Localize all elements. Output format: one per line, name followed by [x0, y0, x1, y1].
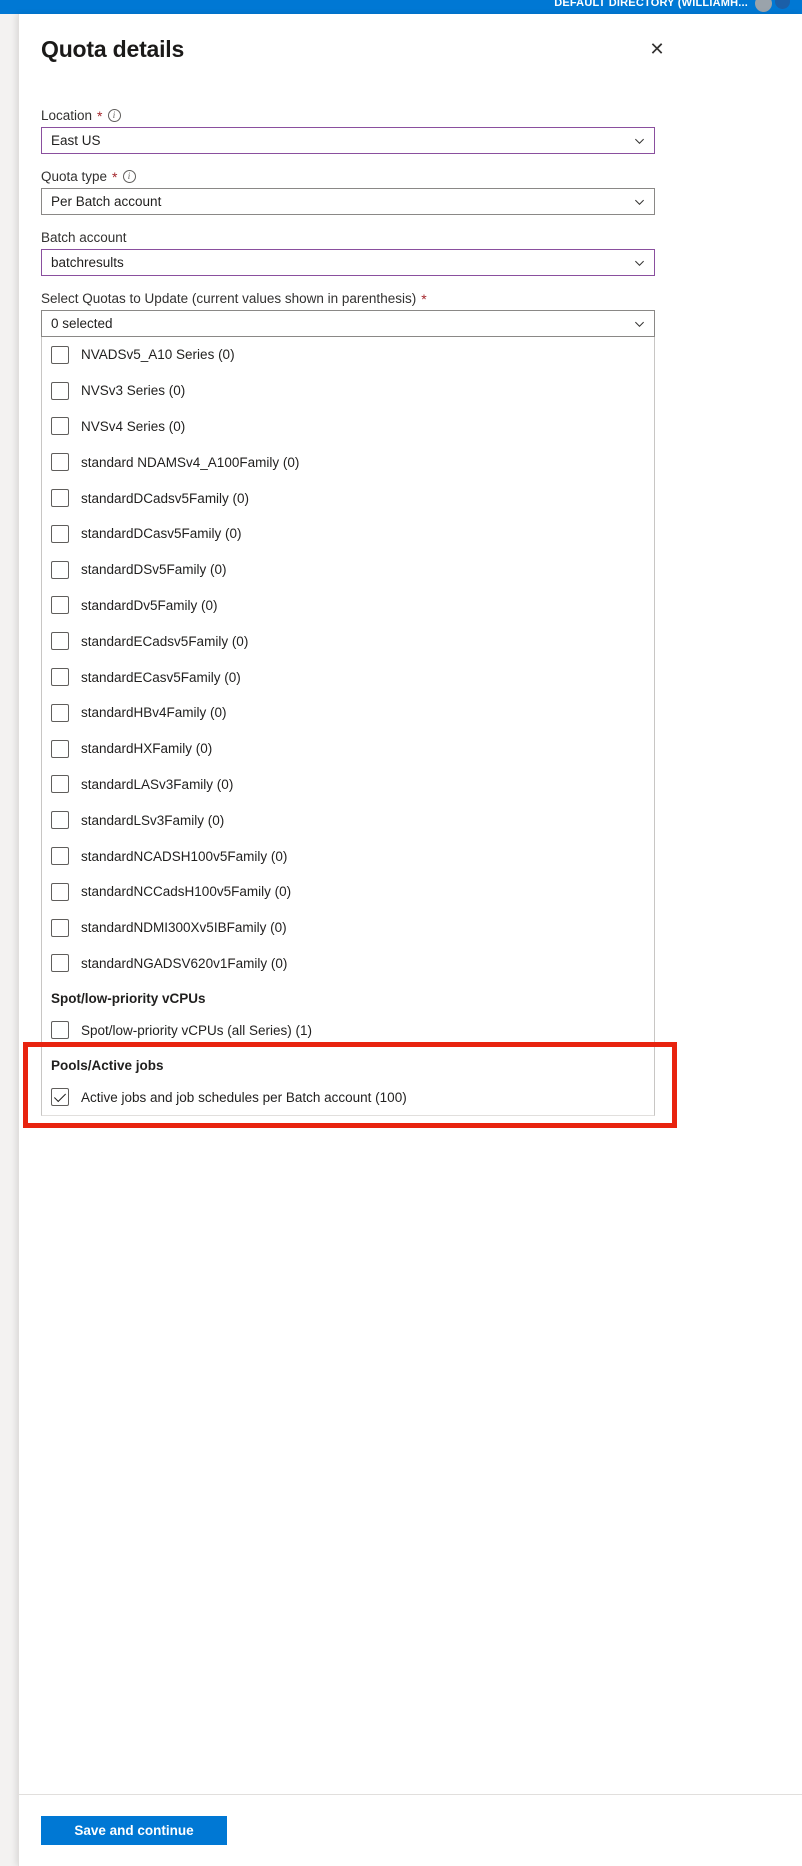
notification-badge-icon[interactable] [775, 0, 790, 9]
chevron-down-icon [634, 135, 645, 146]
select-quotas-label-row: Select Quotas to Update (current values … [41, 291, 655, 306]
quota-option-label: standardECasv5Family (0) [81, 669, 241, 685]
checkbox-icon[interactable] [51, 739, 69, 758]
checkbox-icon[interactable] [51, 632, 69, 651]
batch-account-label-row: Batch account [41, 230, 655, 245]
quota-option-label: NVSv3 Series (0) [81, 383, 186, 399]
quota-option-item[interactable]: standardNDMI300Xv5IBFamily (0) [42, 910, 654, 946]
quota-option-label: NVADSv5_A10 Series (0) [81, 347, 235, 363]
quota-group-header: Pools/Active jobs [51, 1058, 164, 1074]
screen-root: DEFAULT DIRECTORY (WILLIAMH... Quota det… [0, 0, 802, 1866]
azure-top-bar: DEFAULT DIRECTORY (WILLIAMH... [0, 0, 802, 14]
quota-option-label: standardLSv3Family (0) [81, 812, 225, 828]
checkbox-icon[interactable] [51, 453, 69, 472]
required-asterisk: * [112, 168, 118, 185]
quota-option-label: Spot/low-priority vCPUs (all Series) (1) [81, 1022, 313, 1038]
location-dropdown[interactable]: East US [41, 127, 655, 154]
required-asterisk: * [97, 107, 103, 124]
checkbox-icon[interactable] [51, 381, 69, 400]
checkbox-icon[interactable] [51, 811, 69, 830]
directory-label: DEFAULT DIRECTORY (WILLIAMH... [554, 0, 748, 9]
chevron-down-icon [634, 196, 645, 207]
location-value: East US [51, 133, 101, 148]
checkbox-icon[interactable] [51, 703, 69, 722]
checkbox-icon[interactable] [51, 345, 69, 364]
checkbox-icon[interactable] [51, 596, 69, 615]
quota-option-label: standardHBv4Family (0) [81, 705, 227, 721]
info-icon[interactable]: i [122, 170, 136, 183]
checkbox-checked-icon[interactable] [51, 1088, 69, 1107]
chevron-down-icon [634, 318, 645, 329]
checkbox-icon[interactable] [51, 417, 69, 436]
close-icon[interactable]: ✕ [644, 36, 670, 62]
quota-option-label: standardDCasv5Family (0) [81, 526, 242, 542]
quota-option-label: standardNGADSV620v1Family (0) [81, 955, 288, 971]
quota-option-label: NVSv4 Series (0) [81, 418, 186, 434]
quota-option-label: standard NDAMSv4_A100Family (0) [81, 454, 300, 470]
quota-option-item[interactable]: standardHXFamily (0) [42, 731, 654, 767]
quota-option-item[interactable]: Spot/low-priority vCPUs (all Series) (1) [42, 1012, 654, 1048]
quota-option-item[interactable]: Active jobs and job schedules per Batch … [42, 1079, 654, 1115]
quota-option-item[interactable]: standardECasv5Family (0) [42, 659, 654, 695]
location-label: Location [41, 108, 93, 123]
select-quotas-dropdown[interactable]: 0 selected [41, 310, 655, 337]
quota-option-item[interactable]: standardNGADSV620v1Family (0) [42, 946, 654, 982]
quota-type-label-row: Quota type * i [41, 169, 655, 184]
checkbox-icon[interactable] [51, 1021, 69, 1040]
page-title: Quota details [41, 36, 185, 62]
quota-option-label: standardHXFamily (0) [81, 741, 213, 757]
blade-footer: Save and continue [19, 1794, 802, 1866]
user-avatar[interactable] [755, 0, 772, 12]
quota-option-item[interactable]: NVSv4 Series (0) [42, 409, 654, 445]
quota-option-item[interactable]: standardDSv5Family (0) [42, 552, 654, 588]
checkbox-icon[interactable] [51, 668, 69, 687]
quota-option-item[interactable]: standardNCCadsH100v5Family (0) [42, 874, 654, 910]
quota-option-item[interactable]: standardNCADSH100v5Family (0) [42, 838, 654, 874]
quota-option-label: standardDv5Family (0) [81, 597, 218, 613]
quota-option-item[interactable]: standardDv5Family (0) [42, 588, 654, 624]
quota-option-item[interactable]: standardDCadsv5Family (0) [42, 480, 654, 516]
quota-option-label: standardDCadsv5Family (0) [81, 490, 250, 506]
quota-option-label: standardECadsv5Family (0) [81, 633, 249, 649]
quota-type-label: Quota type [41, 169, 108, 184]
checkbox-icon[interactable] [51, 524, 69, 543]
chevron-down-icon [634, 257, 645, 268]
quota-option-item[interactable]: standardLASv3Family (0) [42, 767, 654, 803]
quota-option-item[interactable]: NVADSv5_A10 Series (0) [42, 337, 654, 373]
quota-option-item[interactable]: standardDCasv5Family (0) [42, 516, 654, 552]
checkbox-icon[interactable] [51, 775, 69, 794]
quota-option-label: standardNCCadsH100v5Family (0) [81, 884, 292, 900]
checkbox-icon[interactable] [51, 560, 69, 579]
batch-account-value: batchresults [51, 255, 124, 270]
quota-details-blade: Quota details ✕ Location * i East US Quo… [18, 14, 802, 1866]
quota-type-dropdown[interactable]: Per Batch account [41, 188, 655, 215]
checkbox-icon[interactable] [51, 882, 69, 901]
save-and-continue-button[interactable]: Save and continue [41, 1816, 227, 1845]
checkbox-icon[interactable] [51, 954, 69, 973]
select-quotas-value: 0 selected [51, 316, 113, 331]
checkbox-icon[interactable] [51, 489, 69, 508]
quota-option-label: standardLASv3Family (0) [81, 776, 234, 792]
quota-option-item[interactable]: standard NDAMSv4_A100Family (0) [42, 444, 654, 480]
quota-group-header: Spot/low-priority vCPUs [51, 991, 206, 1007]
quota-type-value: Per Batch account [51, 194, 162, 209]
checkbox-icon[interactable] [51, 918, 69, 937]
quota-option-label: standardDSv5Family (0) [81, 562, 227, 578]
checkbox-icon[interactable] [51, 847, 69, 866]
quota-option-item[interactable]: standardECadsv5Family (0) [42, 623, 654, 659]
select-quotas-label: Select Quotas to Update (current values … [41, 291, 417, 306]
quota-option-item[interactable]: NVSv3 Series (0) [42, 373, 654, 409]
required-asterisk: * [421, 290, 427, 307]
quota-form: Location * i East US Quota type * i Per … [41, 108, 655, 1116]
info-icon[interactable]: i [107, 109, 121, 122]
quota-option-item[interactable]: standardLSv3Family (0) [42, 802, 654, 838]
batch-account-dropdown[interactable]: batchresults [41, 249, 655, 276]
location-label-row: Location * i [41, 108, 655, 123]
batch-account-label: Batch account [41, 230, 127, 245]
quota-option-label: standardNDMI300Xv5IBFamily (0) [81, 920, 287, 936]
quota-option-label: standardNCADSH100v5Family (0) [81, 848, 288, 864]
quota-option-item[interactable]: standardHBv4Family (0) [42, 695, 654, 731]
quota-options-list[interactable]: NVADSv5_A10 Series (0) NVSv3 Series (0) NV… [41, 337, 655, 1116]
quota-option-label: Active jobs and job schedules per Batch … [81, 1089, 407, 1105]
